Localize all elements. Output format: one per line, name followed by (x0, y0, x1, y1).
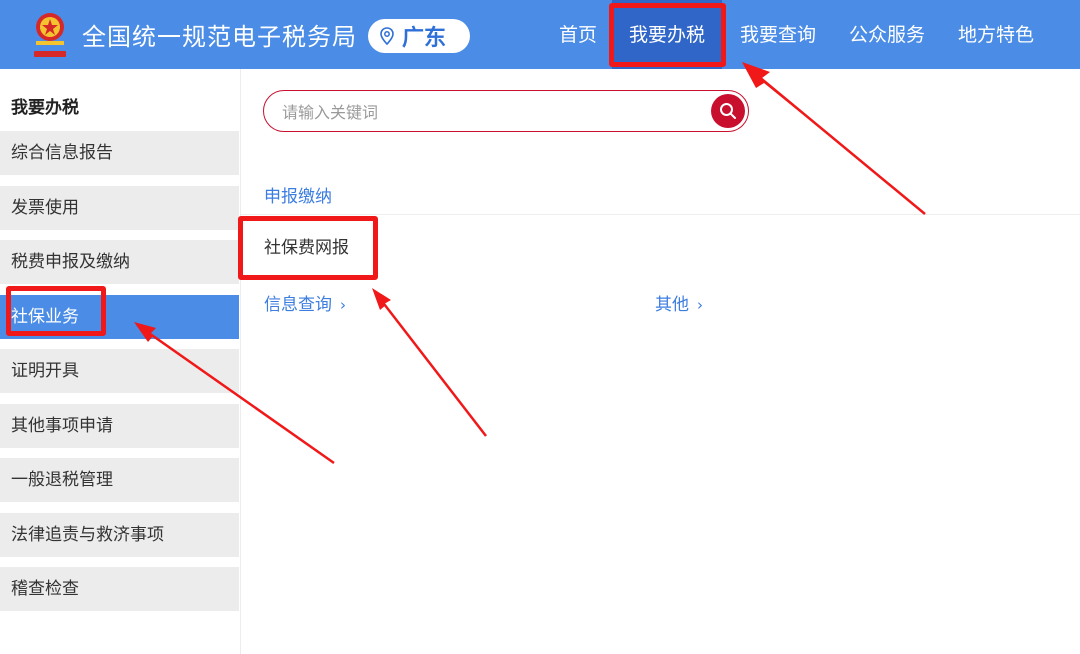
sidebar: 我要办税 综合信息报告 发票使用 税费申报及缴纳 社保业务 证明开具 其他事项申… (0, 69, 241, 654)
divider (240, 214, 1080, 215)
search-bar (263, 90, 749, 132)
highlight-box-sidebar (6, 286, 106, 336)
nav-home[interactable]: 首页 (557, 0, 599, 69)
highlight-box-service (238, 216, 378, 280)
sidebar-item-invoice[interactable]: 发票使用 (0, 186, 239, 230)
tax-emblem-icon[interactable] (26, 7, 74, 63)
category-info-query[interactable]: 信息查询 › (264, 290, 346, 315)
sidebar-item-certificate[interactable]: 证明开具 (0, 349, 239, 393)
chevron-right-icon: › (697, 296, 703, 314)
sidebar-item-inspection[interactable]: 稽查检查 (0, 567, 239, 611)
region-selector[interactable]: 广东 (368, 19, 470, 53)
arrow-to-nav (742, 62, 928, 216)
nav-public-service[interactable]: 公众服务 (845, 0, 929, 69)
sidebar-item-legal-remedy[interactable]: 法律追责与救济事项 (0, 513, 239, 557)
nav-query[interactable]: 我要查询 (736, 0, 820, 69)
location-pin-icon (380, 27, 394, 45)
category-label: 信息查询 (264, 295, 332, 315)
sidebar-title: 我要办税 (11, 98, 79, 118)
search-icon (720, 103, 736, 119)
sidebar-item-info-report[interactable]: 综合信息报告 (0, 131, 239, 175)
arrow-to-service (372, 288, 486, 436)
highlight-box-nav (609, 3, 726, 67)
nav-local-features[interactable]: 地方特色 (954, 0, 1038, 69)
region-label: 广东 (402, 26, 447, 51)
search-button[interactable] (711, 94, 745, 128)
category-label: 其他 (655, 295, 689, 315)
section-title: 申报缴纳 (264, 187, 332, 207)
category-other[interactable]: 其他 › (655, 290, 703, 315)
top-header: 全国统一规范电子税务局 广东 首页 我要办税 我要查询 公众服务 地方特色 (0, 0, 1080, 69)
search-input[interactable] (280, 99, 704, 125)
sidebar-item-tax-filing[interactable]: 税费申报及缴纳 (0, 240, 239, 284)
sidebar-item-other-applications[interactable]: 其他事项申请 (0, 404, 239, 448)
site-title: 全国统一规范电子税务局 (82, 23, 357, 51)
chevron-right-icon: › (340, 296, 346, 314)
sidebar-item-tax-refund[interactable]: 一般退税管理 (0, 458, 239, 502)
